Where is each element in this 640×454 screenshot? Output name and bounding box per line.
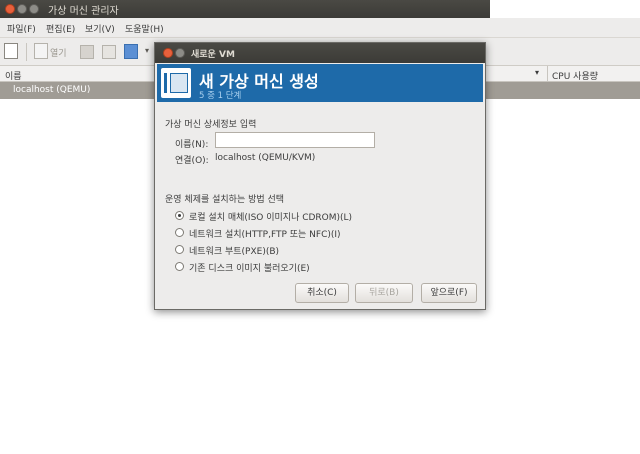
maximize-icon[interactable] — [29, 4, 39, 14]
details-heading: 가상 머신 상세정보 입력 — [165, 120, 257, 130]
main-titlebar: 가상 머신 관리자 — [0, 0, 490, 18]
name-label: 이름(N): — [175, 140, 209, 150]
connection-name: localhost (QEMU) — [13, 85, 91, 95]
forward-button[interactable]: 앞으로(F) — [421, 283, 477, 303]
run-icon[interactable] — [80, 45, 94, 59]
close-icon[interactable] — [5, 4, 15, 14]
shutdown-icon[interactable] — [124, 44, 138, 59]
dialog-banner: 새 가상 머신 생성 5 중 1 단계 — [157, 64, 483, 102]
radio-network-install[interactable] — [175, 228, 184, 237]
option-network-boot[interactable]: 네트워크 부트(PXE)(B) — [189, 244, 279, 257]
minimize-icon[interactable] — [17, 4, 27, 14]
menu-edit[interactable]: 편집(E) — [46, 22, 75, 35]
window-title: 가상 머신 관리자 — [48, 6, 119, 17]
pause-icon[interactable] — [102, 45, 116, 59]
connection-label: 연결(O): — [175, 156, 209, 166]
step-indicator: 5 중 1 단계 — [199, 91, 242, 101]
dialog-close-icon[interactable] — [163, 48, 173, 58]
connection-value: localhost (QEMU/KVM) — [215, 153, 316, 163]
dialog-minimize-icon[interactable] — [175, 48, 185, 58]
cancel-button[interactable]: 취소(C) — [295, 283, 349, 303]
column-cpu[interactable]: CPU 사용량 — [552, 69, 598, 82]
open-button-label[interactable]: 열기 — [50, 46, 67, 59]
install-method-heading: 운영 체제를 설치하는 방법 선택 — [165, 195, 285, 205]
radio-import-disk[interactable] — [175, 262, 184, 271]
menu-file[interactable]: 파일(F) — [7, 22, 36, 35]
option-import-disk[interactable]: 기존 디스크 이미지 불러오기(E) — [189, 261, 310, 274]
new-vm-dialog: 새로운 VM 새 가상 머신 생성 5 중 1 단계 가상 머신 상세정보 입력… — [154, 42, 486, 310]
dropdown-arrow-icon[interactable]: ▾ — [145, 46, 149, 55]
new-vm-icon[interactable] — [4, 43, 18, 59]
radio-local-media[interactable] — [175, 211, 184, 220]
column-name[interactable]: 이름 — [5, 69, 22, 82]
menu-help[interactable]: 도움말(H) — [125, 22, 164, 35]
toolbar-separator — [26, 43, 27, 61]
dialog-titlebar: 새로운 VM — [155, 43, 485, 63]
menubar: 파일(F) 편집(E) 보기(V) 도움말(H) — [0, 18, 640, 38]
dialog-title: 새로운 VM — [191, 50, 235, 60]
column-divider — [547, 66, 548, 82]
column-sort-icon[interactable]: ▾ — [535, 68, 539, 77]
vm-name-input[interactable] — [215, 132, 375, 148]
option-network-install[interactable]: 네트워크 설치(HTTP,FTP 또는 NFC)(I) — [189, 227, 341, 240]
radio-network-boot[interactable] — [175, 245, 184, 254]
open-icon[interactable] — [34, 43, 48, 59]
menu-view[interactable]: 보기(V) — [85, 22, 115, 35]
back-button[interactable]: 뒤로(B) — [355, 283, 413, 303]
vm-icon — [161, 68, 191, 98]
option-local-media[interactable]: 로컬 설치 매체(ISO 이미지나 CDROM)(L) — [189, 210, 352, 223]
